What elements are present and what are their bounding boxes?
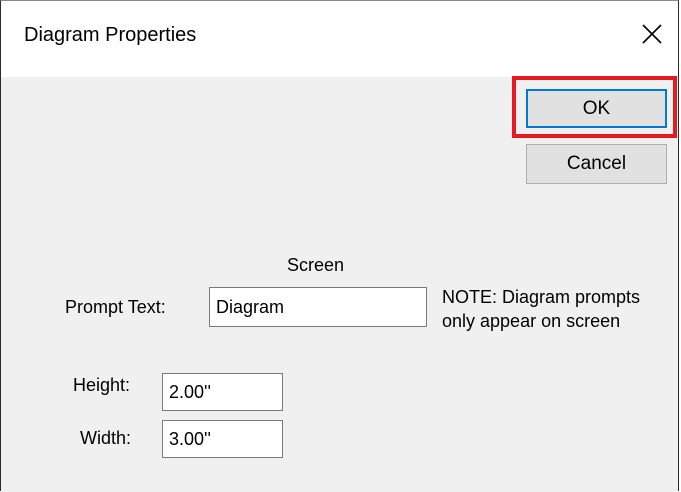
prompt-text-input[interactable]: Diagram xyxy=(209,287,427,327)
height-value: 2.00'' xyxy=(169,381,211,402)
close-button[interactable] xyxy=(629,13,675,59)
title-bar: Diagram Properties xyxy=(1,1,678,77)
prompt-text-value: Diagram xyxy=(216,296,285,317)
height-input[interactable]: 2.00'' xyxy=(162,373,283,411)
height-label: Height: xyxy=(73,375,131,395)
prompt-text-label: Prompt Text: xyxy=(65,297,166,317)
note-line-2: only appear on screen xyxy=(442,311,621,331)
screen-section-label: Screen xyxy=(287,255,345,275)
ok-button-label: OK xyxy=(582,97,611,119)
window-title: Diagram Properties xyxy=(24,24,197,46)
ok-button[interactable]: OK xyxy=(526,89,667,128)
diagram-properties-dialog: Diagram Properties OK Cancel Screen Prom… xyxy=(0,0,679,492)
diagram-note: NOTE: Diagram prompts only appear on scr… xyxy=(442,285,640,333)
width-value: 3.00'' xyxy=(169,428,211,449)
dialog-body: OK Cancel Screen Prompt Text: Diagram NO… xyxy=(1,76,678,492)
cancel-button-label: Cancel xyxy=(566,153,627,174)
close-icon xyxy=(641,23,663,50)
cancel-button[interactable]: Cancel xyxy=(526,144,667,184)
width-input[interactable]: 3.00'' xyxy=(162,420,283,458)
note-line-1: NOTE: Diagram prompts xyxy=(442,287,641,307)
width-label: Width: xyxy=(80,428,132,448)
